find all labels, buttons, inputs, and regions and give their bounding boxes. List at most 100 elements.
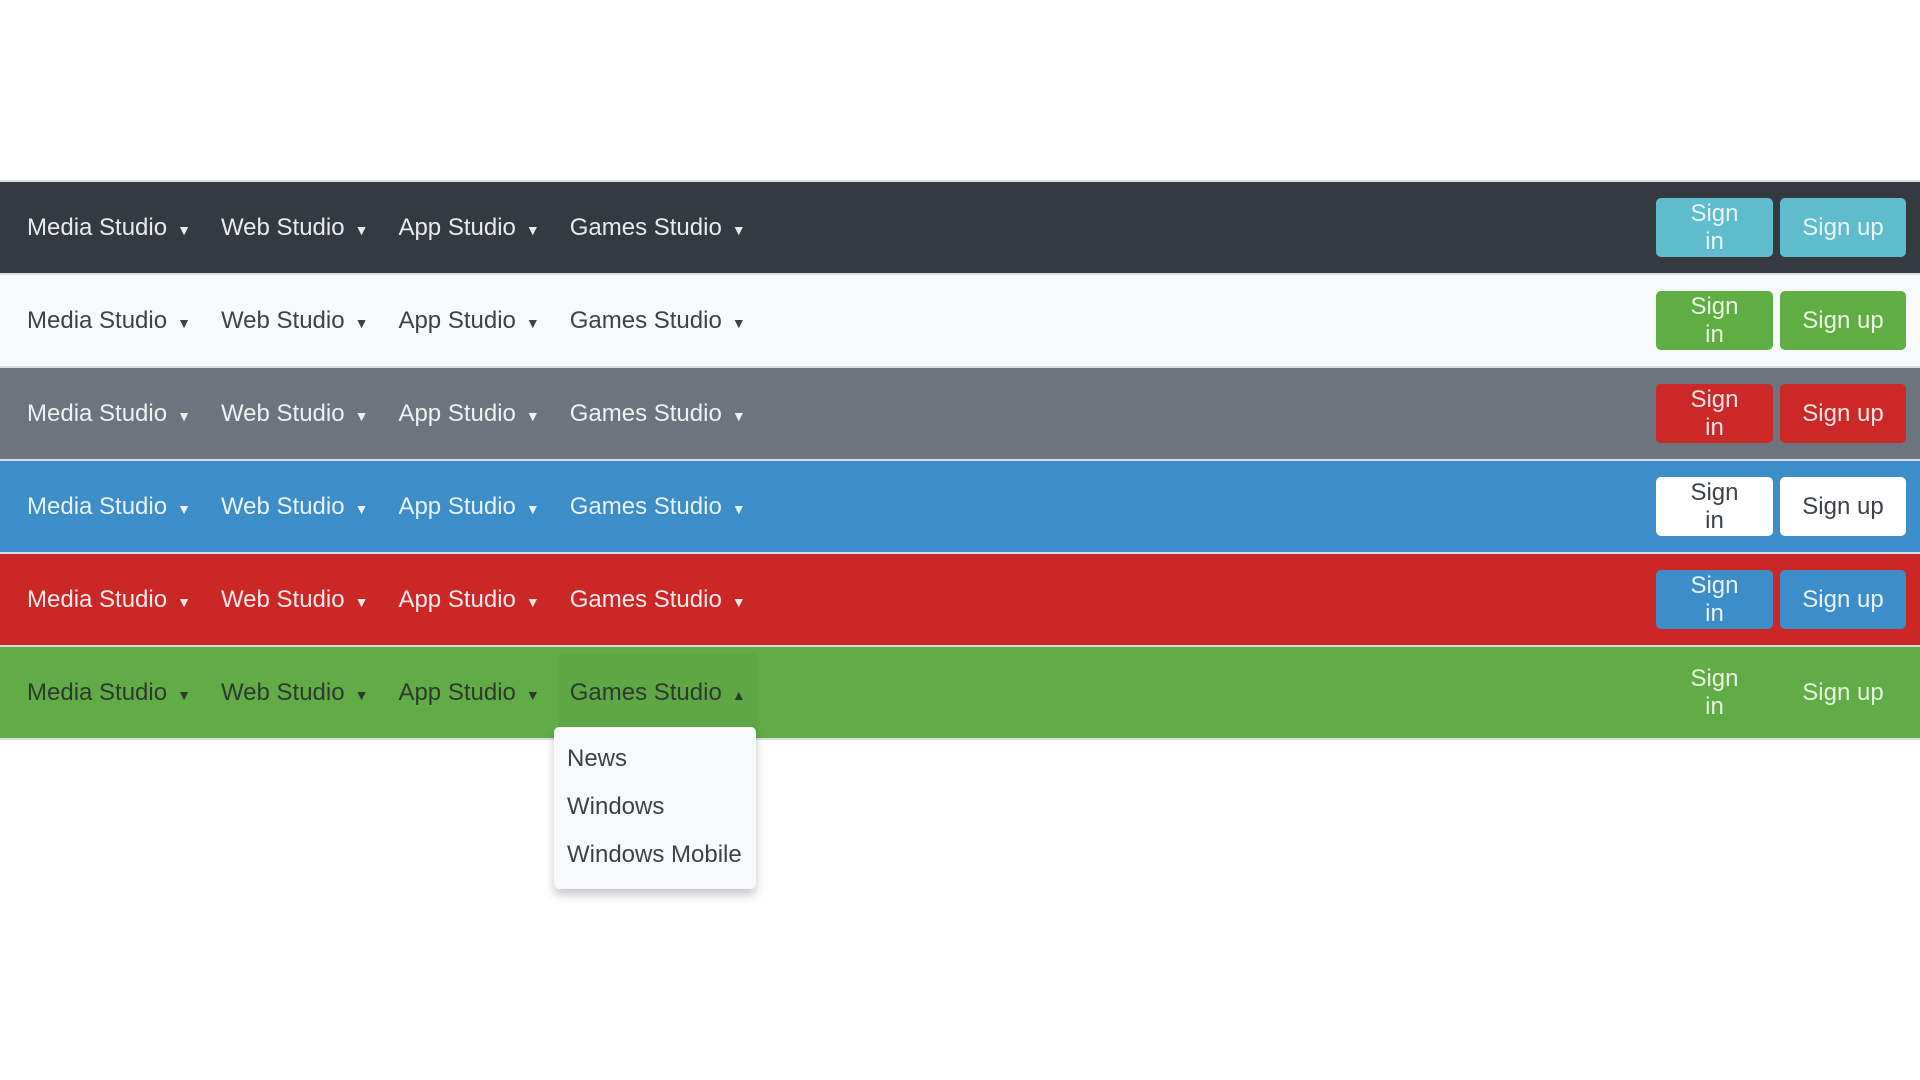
sign-in-button[interactable]: Sign in [1656,384,1773,443]
nav-item-label: Media Studio [27,306,168,334]
nav-item-media-studio[interactable]: Media Studio ▼ [15,560,203,640]
caret-down-icon: ▼ [354,593,369,610]
nav-item-label: Games Studio [569,585,722,613]
nav-item-games-studio[interactable]: Games Studio ▼ [558,467,758,547]
caret-down-icon: ▼ [731,500,746,517]
nav-item-games-studio[interactable]: Games Studio ▲ [558,653,758,733]
caret-down-icon: ▼ [525,407,540,424]
nav-menu: Media Studio ▼ Web Studio ▼ App Studio ▼ Ga… [0,368,764,459]
sign-up-button[interactable]: Sign up [1780,663,1906,722]
nav-menu: Media Studio ▼ Web Studio ▼ App Studio ▼ Ga… [0,647,764,738]
navbar-gray: Media Studio ▼ Web Studio ▼ App Studio ▼ Ga… [0,366,1920,459]
caret-down-icon: ▼ [731,314,746,331]
nav-item-media-studio[interactable]: Media Studio ▼ [15,653,203,733]
navbar-light: Media Studio ▼ Web Studio ▼ App Studio ▼ Ga… [0,273,1920,366]
sign-up-button[interactable]: Sign up [1780,291,1906,350]
nav-item-label: Media Studio [27,213,168,241]
nav-item-label: Web Studio [220,399,345,427]
caret-down-icon: ▼ [525,314,540,331]
sign-in-button[interactable]: Sign in [1656,570,1773,629]
nav-item-label: Web Studio [220,492,345,520]
nav-item-games-studio[interactable]: Games Studio ▼ [558,281,758,361]
nav-item-label: Games Studio [569,213,722,241]
nav-menu: Media Studio ▼ Web Studio ▼ App Studio ▼ Ga… [0,461,764,552]
nav-item-label: Media Studio [27,492,168,520]
caret-down-icon: ▼ [177,593,191,610]
nav-item-app-studio[interactable]: App Studio ▼ [386,188,551,268]
caret-down-icon: ▼ [525,593,540,610]
dropdown-item-windows-mobile[interactable]: Windows Mobile [554,831,756,879]
nav-item-web-studio[interactable]: Web Studio ▼ [209,281,381,361]
auth-actions: Sign in Sign up [1656,663,1906,722]
nav-item-app-studio[interactable]: App Studio ▼ [386,374,551,454]
sign-up-button[interactable]: Sign up [1780,198,1906,257]
caret-down-icon: ▼ [354,500,369,517]
caret-down-icon: ▼ [354,407,369,424]
sign-up-button[interactable]: Sign up [1780,477,1906,536]
nav-item-web-studio[interactable]: Web Studio ▼ [209,467,381,547]
nav-menu: Media Studio ▼ Web Studio ▼ App Studio ▼ Ga… [0,275,764,366]
nav-item-label: Games Studio [569,306,722,334]
nav-item-app-studio[interactable]: App Studio ▼ [386,560,551,640]
nav-item-label: Games Studio [569,399,722,427]
sign-in-button[interactable]: Sign in [1656,291,1773,350]
caret-down-icon: ▼ [177,407,191,424]
nav-item-media-studio[interactable]: Media Studio ▼ [15,467,203,547]
nav-menu: Media Studio ▼ Web Studio ▼ App Studio ▼ Ga… [0,182,764,273]
caret-up-icon: ▲ [731,686,746,703]
caret-down-icon: ▼ [177,686,191,703]
nav-item-games-studio[interactable]: Games Studio ▼ [558,188,758,268]
caret-down-icon: ▼ [731,593,746,610]
navbar-dark: Media Studio ▼ Web Studio ▼ App Studio ▼ Ga… [0,180,1920,273]
nav-item-label: App Studio [398,399,516,427]
caret-down-icon: ▼ [177,314,191,331]
sign-up-button[interactable]: Sign up [1780,570,1906,629]
nav-item-label: App Studio [398,585,516,613]
dropdown-item-news[interactable]: News [554,735,756,783]
nav-item-label: Media Studio [27,585,168,613]
nav-item-web-studio[interactable]: Web Studio ▼ [209,188,381,268]
nav-item-label: Web Studio [220,213,345,241]
caret-down-icon: ▼ [525,221,540,238]
nav-item-games-studio[interactable]: Games Studio ▼ [558,374,758,454]
nav-item-label: Media Studio [27,678,168,706]
navbar-red: Media Studio ▼ Web Studio ▼ App Studio ▼ Ga… [0,552,1920,645]
caret-down-icon: ▼ [354,221,369,238]
sign-in-button[interactable]: Sign in [1656,663,1773,722]
nav-item-games-studio[interactable]: Games Studio ▼ [558,560,758,640]
nav-item-app-studio[interactable]: App Studio ▼ [386,467,551,547]
nav-item-label: Web Studio [220,585,345,613]
nav-item-label: App Studio [398,306,516,334]
nav-item-web-studio[interactable]: Web Studio ▼ [209,374,381,454]
caret-down-icon: ▼ [525,500,540,517]
nav-item-label: App Studio [398,678,516,706]
nav-item-media-studio[interactable]: Media Studio ▼ [15,281,203,361]
nav-item-app-studio[interactable]: App Studio ▼ [386,653,551,733]
nav-item-media-studio[interactable]: Media Studio ▼ [15,374,203,454]
nav-item-media-studio[interactable]: Media Studio ▼ [15,188,203,268]
navbar-stack: Media Studio ▼ Web Studio ▼ App Studio ▼ Ga… [0,180,1920,740]
sign-up-button[interactable]: Sign up [1780,384,1906,443]
caret-down-icon: ▼ [177,500,191,517]
nav-item-label: Web Studio [220,678,345,706]
caret-down-icon: ▼ [731,407,746,424]
auth-actions: Sign in Sign up [1656,198,1906,257]
nav-item-web-studio[interactable]: Web Studio ▼ [209,653,381,733]
games-studio-dropdown-menu: News Windows Windows Mobile [554,727,756,889]
nav-item-label: Media Studio [27,399,168,427]
caret-down-icon: ▼ [354,314,369,331]
auth-actions: Sign in Sign up [1656,570,1906,629]
caret-down-icon: ▼ [354,686,369,703]
dropdown-item-windows[interactable]: Windows [554,783,756,831]
caret-down-icon: ▼ [177,221,191,238]
auth-actions: Sign in Sign up [1656,477,1906,536]
sign-in-button[interactable]: Sign in [1656,477,1773,536]
sign-in-button[interactable]: Sign in [1656,198,1773,257]
navbar-green: Media Studio ▼ Web Studio ▼ App Studio ▼ Ga… [0,645,1920,740]
nav-item-label: Games Studio [569,678,722,706]
caret-down-icon: ▼ [525,686,540,703]
nav-item-web-studio[interactable]: Web Studio ▼ [209,560,381,640]
nav-item-app-studio[interactable]: App Studio ▼ [386,281,551,361]
auth-actions: Sign in Sign up [1656,291,1906,350]
nav-item-label: App Studio [398,492,516,520]
